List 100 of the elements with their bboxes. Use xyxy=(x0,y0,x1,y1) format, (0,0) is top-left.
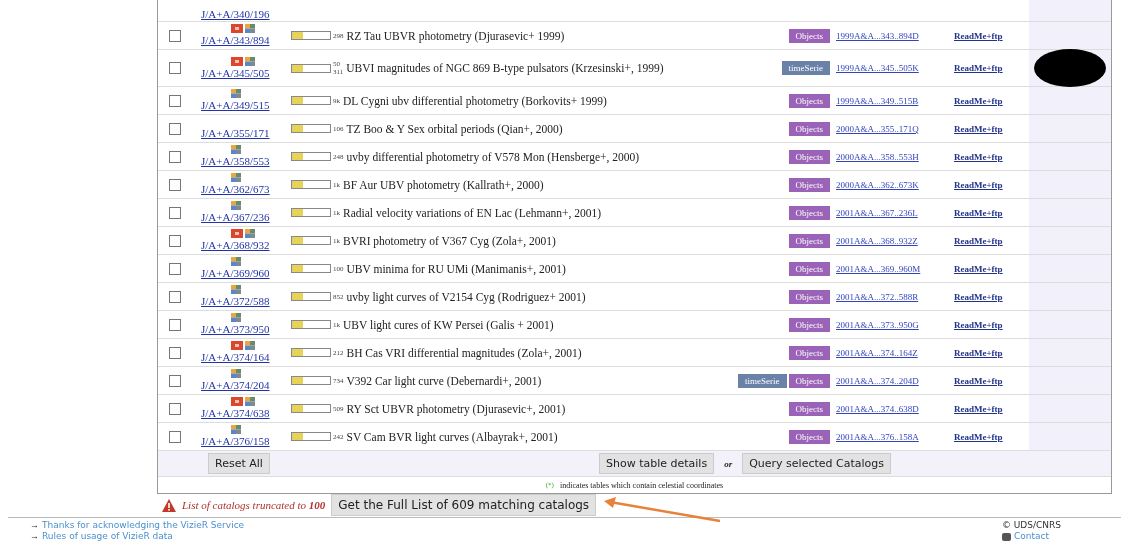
readme-link[interactable]: ReadMe+ftp xyxy=(954,179,1029,190)
checkbox[interactable] xyxy=(168,374,181,387)
checkbox[interactable] xyxy=(168,29,181,42)
bibcode-link[interactable]: 2000A&A...362..673K xyxy=(836,179,954,190)
truncation-message: List of catalogs truncated to 100 xyxy=(182,499,326,511)
copyright-text: © UDS/CNRS xyxy=(1001,520,1061,531)
checkbox[interactable] xyxy=(168,206,181,219)
checkbox[interactable] xyxy=(168,150,181,163)
readme-link[interactable]: ReadMe+ftp xyxy=(954,63,1029,73)
timeserie-button[interactable]: timeSerie xyxy=(781,61,830,75)
size-bar xyxy=(291,236,331,245)
size-bar xyxy=(291,152,331,161)
catalog-title: RZ Tau UBVR photometry (Djurasevic+ 1999) xyxy=(346,29,565,42)
catalog-link[interactable]: J/A+A/374/204 xyxy=(201,379,270,392)
objects-button[interactable]: Objects xyxy=(788,177,830,192)
reset-button[interactable]: Reset All xyxy=(208,453,270,474)
contact-link[interactable]: Contact xyxy=(1013,531,1049,542)
catalog-link[interactable]: J/A+A/345/505 xyxy=(201,66,270,80)
size-bar xyxy=(291,264,331,273)
readme-link[interactable]: ReadMe+ftp xyxy=(954,263,1029,274)
bibcode-link[interactable]: 2000A&A...358..553H xyxy=(836,151,954,162)
size-bar xyxy=(291,180,331,189)
readme-link[interactable]: ReadMe+ftp xyxy=(954,431,1029,442)
catalog-link[interactable]: J/A+A/343/894 xyxy=(201,34,270,47)
full-list-button[interactable]: Get the Full List of 609 matching catalogs xyxy=(331,494,597,516)
checkbox[interactable] xyxy=(168,122,181,135)
bibcode-link[interactable]: 1999A&A...349..515B xyxy=(836,95,954,106)
bibcode-link[interactable]: 2001A&A...368..932Z xyxy=(836,235,954,246)
timeserie-button[interactable]: timeSerie xyxy=(738,373,787,388)
catalog-title: SV Cam BVR light curves (Albayrak+, 2001) xyxy=(346,430,558,443)
footer-link[interactable]: Thanks for acknowledging the VizieR Service xyxy=(42,520,245,531)
readme-link[interactable]: ReadMe+ftp xyxy=(954,319,1029,330)
checkbox[interactable] xyxy=(168,402,181,415)
catalog-title: Radial velocity variations of EN Lac (Lehmann+, 2001) xyxy=(343,206,602,219)
objects-button[interactable]: Objects xyxy=(788,261,830,276)
bibcode-link[interactable]: 2001A&A...373..950G xyxy=(836,319,954,330)
checkbox[interactable] xyxy=(168,262,181,275)
catalog-link[interactable]: J/A+A/369/960 xyxy=(201,267,270,280)
objects-button[interactable]: Objects xyxy=(788,317,830,332)
bibcode-link[interactable]: 1999A&A...343..894D xyxy=(836,30,954,41)
catalog-link[interactable]: J/A+A/376/158 xyxy=(201,435,270,448)
checkbox[interactable] xyxy=(168,178,181,191)
readme-link[interactable]: ReadMe+ftp xyxy=(954,291,1029,302)
checkbox[interactable] xyxy=(168,94,181,107)
objects-button[interactable]: Objects xyxy=(788,205,830,220)
catalog-link[interactable]: J/A+A/362/673 xyxy=(201,183,270,196)
readme-link[interactable]: ReadMe+ftp xyxy=(954,375,1029,386)
bibcode-link[interactable]: 1999A&A...345..505K xyxy=(836,63,954,73)
size-bar xyxy=(291,320,331,329)
catalog-link[interactable]: J/A+A/367/236 xyxy=(201,211,270,224)
arrow-icon: → xyxy=(30,531,39,542)
checkbox[interactable] xyxy=(168,318,181,331)
catalog-link[interactable]: J/A+A/374/638 xyxy=(201,407,270,420)
readme-link[interactable]: ReadMe+ftp xyxy=(954,30,1029,41)
bibcode-link[interactable]: 2001A&A...372..588R xyxy=(836,291,954,302)
query-button[interactable]: Query selected Catalogs xyxy=(742,453,891,474)
catalog-title: BH Cas VRI differential magnitudes (Zola+, 2001) xyxy=(346,346,582,359)
objects-button[interactable]: Objects xyxy=(788,149,830,164)
bibcode-link[interactable]: 2001A&A...374..164Z xyxy=(836,347,954,358)
show-details-button[interactable]: Show table details xyxy=(598,453,715,474)
checkbox[interactable] xyxy=(168,346,181,359)
bibcode-link[interactable]: 2001A&A...374..204D xyxy=(836,375,954,386)
readme-link[interactable]: ReadMe+ftp xyxy=(954,95,1029,106)
catalog-link[interactable]: J/A+A/340/196 xyxy=(201,8,270,21)
size-bar xyxy=(291,432,331,441)
size-bar xyxy=(291,63,331,73)
bibcode-link[interactable]: 2000A&A...355..171Q xyxy=(836,123,954,134)
catalog-link[interactable]: J/A+A/368/932 xyxy=(201,239,270,252)
bibcode-link[interactable]: 2001A&A...369..960M xyxy=(836,263,954,274)
readme-link[interactable]: ReadMe+ftp xyxy=(954,151,1029,162)
checkbox[interactable] xyxy=(168,62,181,74)
objects-button[interactable]: Objects xyxy=(788,28,830,43)
checkbox[interactable] xyxy=(168,234,181,247)
footer-link[interactable]: Rules of usage of VizieR data xyxy=(42,531,173,542)
readme-link[interactable]: ReadMe+ftp xyxy=(954,403,1029,414)
objects-button[interactable]: Objects xyxy=(788,429,830,444)
objects-button[interactable]: Objects xyxy=(788,373,830,388)
objects-button[interactable]: Objects xyxy=(788,233,830,248)
checkbox[interactable] xyxy=(168,430,181,443)
checkbox[interactable] xyxy=(168,290,181,303)
size-bar xyxy=(291,96,331,105)
objects-button[interactable]: Objects xyxy=(788,93,830,108)
catalog-link[interactable]: J/A+A/372/588 xyxy=(201,295,270,308)
objects-button[interactable]: Objects xyxy=(788,121,830,136)
readme-link[interactable]: ReadMe+ftp xyxy=(954,235,1029,246)
objects-button[interactable]: Objects xyxy=(788,345,830,360)
readme-link[interactable]: ReadMe+ftp xyxy=(954,123,1029,134)
size-bar xyxy=(291,348,331,357)
readme-link[interactable]: ReadMe+ftp xyxy=(954,347,1029,358)
readme-link[interactable]: ReadMe+ftp xyxy=(954,207,1029,218)
catalog-link[interactable]: J/A+A/358/553 xyxy=(201,155,270,168)
catalog-link[interactable]: J/A+A/374/164 xyxy=(201,351,270,364)
bibcode-link[interactable]: 2001A&A...376..158A xyxy=(836,431,954,442)
bibcode-link[interactable]: 2001A&A...367..236L xyxy=(836,207,954,218)
catalog-link[interactable]: J/A+A/355/171 xyxy=(201,127,270,140)
objects-button[interactable]: Objects xyxy=(788,401,830,416)
bibcode-link[interactable]: 2001A&A...374..638D xyxy=(836,403,954,414)
catalog-link[interactable]: J/A+A/373/950 xyxy=(201,323,270,336)
catalog-link[interactable]: J/A+A/349/515 xyxy=(201,99,270,112)
objects-button[interactable]: Objects xyxy=(788,289,830,304)
